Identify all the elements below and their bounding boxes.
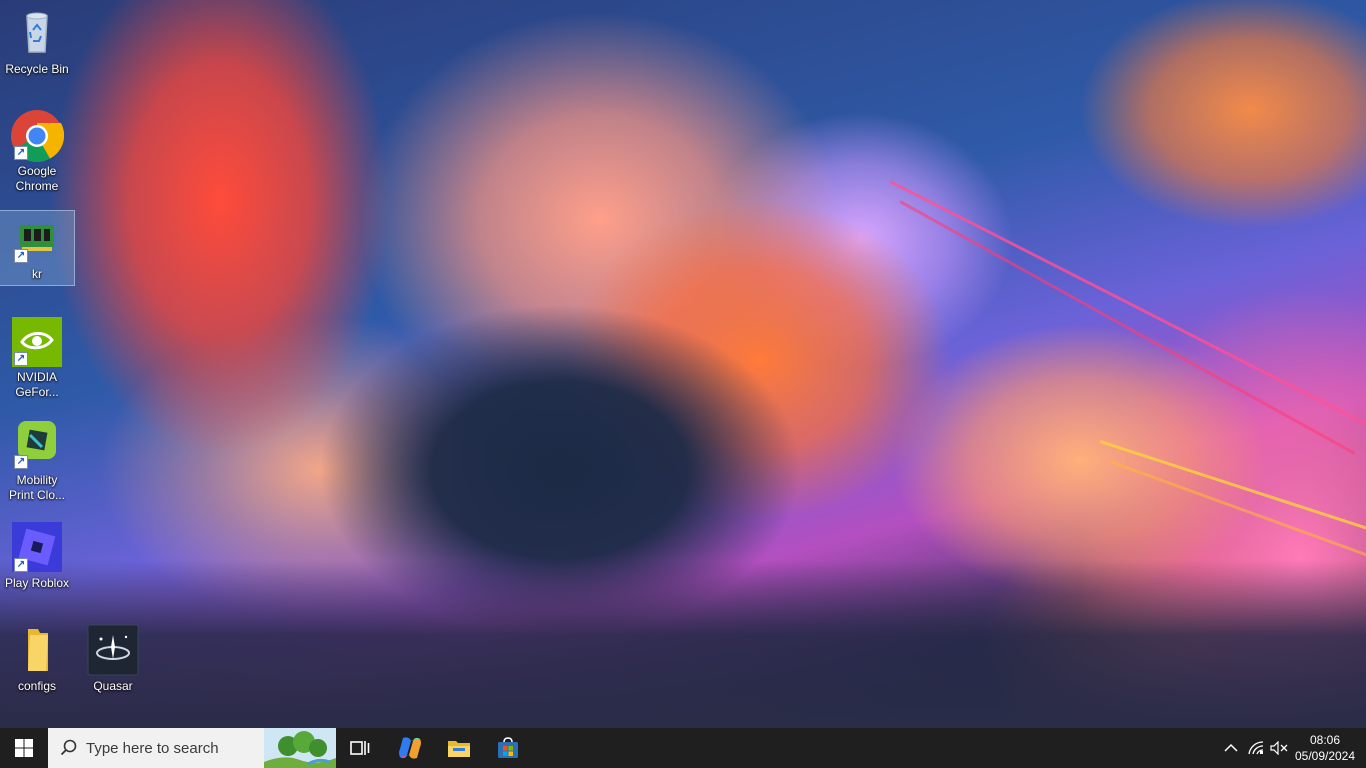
shortcut-arrow-icon: ↗ (14, 146, 28, 160)
chevron-up-icon (1224, 743, 1238, 752)
search-placeholder: Type here to search (86, 739, 219, 757)
shortcut-arrow-icon: ↗ (14, 352, 28, 366)
search-highlight-illustration-icon (264, 728, 336, 768)
desktop-icon-label: kr (32, 267, 42, 281)
microsoft-store-button[interactable] (488, 728, 528, 768)
nvidia-icon: ↗ (10, 314, 64, 368)
recycle-bin-icon (10, 6, 64, 60)
desktop-icon-kr[interactable]: ↗ kr (0, 210, 75, 286)
desktop-icon-google-chrome[interactable]: ↗ Google Chrome (0, 108, 74, 194)
search-icon (60, 739, 77, 756)
copilot-icon (399, 737, 421, 759)
file-explorer-icon (448, 741, 470, 757)
quasar-icon (86, 623, 140, 677)
desktop-icon-label: Recycle Bin (5, 62, 69, 76)
desktop-wallpaper (0, 0, 1366, 728)
copilot-button[interactable] (390, 728, 430, 768)
chrome-icon: ↗ (10, 108, 65, 162)
desktop-icon-configs[interactable]: configs (0, 623, 74, 694)
desktop-icon-label: Google Chrome (15, 164, 59, 193)
desktop-icon-label: configs (17, 679, 57, 693)
folder-icon (10, 623, 64, 677)
start-button[interactable] (0, 728, 48, 768)
task-view-icon (350, 741, 370, 755)
desktop-icon-recycle-bin[interactable]: Recycle Bin (0, 6, 74, 77)
taskbar-search-box[interactable]: Type here to search (48, 728, 336, 768)
network-icon (1248, 741, 1264, 755)
volume-muted-icon (1270, 741, 1288, 755)
desktop-icon-quasar[interactable]: Quasar (76, 623, 150, 694)
roblox-icon: ↗ (10, 520, 64, 574)
windows-logo-icon (15, 739, 33, 757)
desktop-icon-label: Mobility Print Clo... (8, 473, 65, 502)
mobility-print-icon: ↗ (10, 417, 64, 471)
clock-time: 08:06 (1309, 733, 1341, 747)
shortcut-arrow-icon: ↗ (14, 455, 28, 469)
desktop-icon-mobility-print[interactable]: ↗ Mobility Print Clo... (0, 417, 74, 503)
shortcut-arrow-icon: ↗ (14, 558, 28, 572)
task-view-button[interactable] (340, 728, 380, 768)
desktop-icon-play-roblox[interactable]: ↗ Play Roblox (0, 520, 74, 591)
desktop-icon-nvidia[interactable]: ↗ NVIDIA GeFor... (0, 314, 74, 400)
desktop-icon-label: Quasar (93, 679, 133, 693)
clock-date: 05/09/2024 (1294, 749, 1356, 763)
microsoft-store-icon (498, 737, 518, 758)
file-explorer-button[interactable] (439, 728, 479, 768)
desktop-icon-label: Play Roblox (4, 576, 70, 590)
shortcut-arrow-icon: ↗ (14, 249, 28, 263)
kr-app-icon: ↗ (10, 211, 64, 265)
desktop-icon-label: NVIDIA GeFor... (15, 370, 59, 399)
taskbar-clock[interactable]: 08:06 05/09/2024 (1290, 732, 1360, 764)
network-button[interactable] (1245, 728, 1267, 768)
taskbar: Type here to search 08:06 05/09/2024 (0, 728, 1366, 768)
show-hidden-icons-button[interactable] (1220, 728, 1242, 768)
volume-button[interactable] (1268, 728, 1290, 768)
